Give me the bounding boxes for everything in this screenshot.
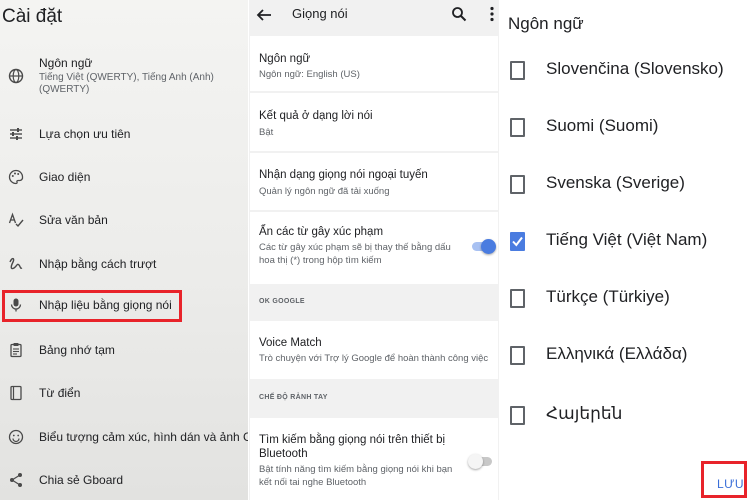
globe-icon [8, 68, 24, 84]
setting-sub: Trò chuyện với Trợ lý Google để hoàn thà… [259, 353, 489, 364]
section-label-ok-google: OK GOOGLE [259, 298, 305, 305]
settings-item-share[interactable]: Chia sẻ Gboard [0, 472, 248, 492]
setting-language[interactable]: Ngôn ngữ Ngôn ngữ: English (US) [250, 36, 498, 91]
language-label: Հայերեն [546, 404, 623, 423]
settings-item-voice-typing[interactable]: Nhập liệu bằng giọng nói [0, 297, 248, 317]
settings-item-label: Nhập liệu bằng giọng nói [39, 298, 172, 312]
language-label: Svenska (Sverige) [546, 173, 685, 192]
language-picker-panel: Ngôn ngữ Slovenčina (Slovensko) Suomi (S… [500, 0, 750, 500]
setting-sub: Quản lý ngôn ngữ đã tải xuống [259, 186, 390, 197]
setting-title: Voice Match [259, 337, 322, 349]
checkbox[interactable] [510, 406, 525, 425]
settings-item-label: Từ điển [39, 386, 81, 400]
gboard-settings-panel: Cài đặt Ngôn ngữ Tiếng Việt (QWERTY), Ti… [0, 0, 248, 500]
page-title: Ngôn ngữ [508, 14, 584, 33]
setting-voice-match[interactable]: Voice Match Trò chuyện với Trợ lý Google… [250, 321, 498, 379]
settings-item-glide-typing[interactable]: Nhập bằng cách trượt [0, 256, 248, 276]
checkbox[interactable] [510, 346, 525, 365]
setting-sub: Bật [259, 127, 274, 138]
checkbox[interactable] [510, 175, 525, 194]
voice-settings-panel: Giọng nói Ngôn ngữ Ngôn ngữ: English (US… [249, 0, 499, 500]
settings-item-label: Biểu tượng cảm xúc, hình dán và ảnh GIF [39, 430, 248, 444]
more-options-icon[interactable] [489, 6, 495, 22]
save-button-label: LƯU [717, 477, 745, 491]
gesture-icon [8, 256, 24, 272]
settings-item-label: Giao diện [39, 170, 91, 184]
offensive-toggle[interactable] [470, 238, 496, 254]
back-arrow-icon[interactable] [255, 6, 273, 24]
setting-title: Tìm kiếm bằng giọng nói trên thiết bị Bl… [259, 434, 446, 460]
page-title: Giọng nói [292, 6, 348, 21]
settings-item-label: Lựa chọn ưu tiên [39, 127, 131, 141]
setting-spoken-results[interactable]: Kết quả ở dạng lời nói Bật [250, 93, 498, 151]
save-button[interactable]: LƯU [701, 461, 747, 498]
language-label: Türkçe (Türkiye) [546, 287, 670, 306]
settings-item-label: Bảng nhớ tạm [39, 343, 115, 357]
search-icon[interactable] [451, 6, 467, 22]
checkbox[interactable] [510, 118, 525, 137]
dictionary-icon [8, 385, 24, 401]
language-label: Slovenčina (Slovensko) [546, 59, 724, 78]
language-option[interactable]: Svenska (Sverige) [500, 165, 750, 205]
language-label: Ελληνικά (Ελλάδα) [546, 344, 688, 363]
settings-item-text-correction[interactable]: Sửa văn bản [0, 212, 248, 232]
sliders-icon [8, 126, 24, 142]
checkbox[interactable] [510, 61, 525, 80]
setting-sub: Ngôn ngữ: English (US) [259, 69, 360, 80]
language-option[interactable]: Slovenčina (Slovensko) [500, 51, 750, 91]
language-option[interactable]: Türkçe (Türkiye) [500, 279, 750, 319]
bluetooth-toggle[interactable] [468, 453, 494, 469]
settings-item-preferences[interactable]: Lựa chọn ưu tiên [0, 126, 248, 146]
setting-title: Nhận dạng giọng nói ngoại tuyến [259, 169, 428, 181]
language-label: Tiếng Việt (Việt Nam) [546, 230, 708, 249]
language-option[interactable]: Ελληνικά (Ελλάδα) [500, 336, 750, 376]
settings-item-label: Ngôn ngữ [39, 56, 93, 70]
microphone-icon [8, 297, 24, 313]
text-correction-icon [8, 212, 24, 228]
settings-item-label: Nhập bằng cách trượt [39, 257, 157, 271]
palette-icon [8, 169, 24, 185]
settings-item-sub: Tiếng Việt (QWERTY), Tiếng Anh (Anh) (QW… [39, 72, 214, 95]
setting-title: Ngôn ngữ [259, 53, 311, 65]
share-icon [8, 472, 24, 488]
language-option[interactable]: Suomi (Suomi) [500, 108, 750, 148]
setting-title: Kết quả ở dạng lời nói [259, 110, 373, 122]
setting-offline-recognition[interactable]: Nhận dạng giọng nói ngoại tuyến Quản lý … [250, 153, 498, 210]
setting-title: Ẩn các từ gây xúc phạm [259, 226, 384, 238]
checkbox-checked[interactable] [510, 232, 525, 251]
page-title: Cài đặt [2, 6, 63, 27]
checkmark-icon [512, 236, 523, 247]
settings-item-language[interactable]: Ngôn ngữ Tiếng Việt (QWERTY), Tiếng Anh … [0, 56, 248, 100]
setting-bluetooth-voice[interactable]: Tìm kiếm bằng giọng nói trên thiết bị Bl… [250, 418, 498, 500]
settings-item-dictionary[interactable]: Từ điển [0, 385, 248, 405]
language-label: Suomi (Suomi) [546, 116, 659, 135]
checkbox[interactable] [510, 289, 525, 308]
settings-item-clipboard[interactable]: Bảng nhớ tạm [0, 342, 248, 362]
language-option[interactable]: Tiếng Việt (Việt Nam) [500, 222, 750, 262]
section-label-hands-free: CHẾ ĐỘ RẢNH TAY [259, 394, 328, 401]
settings-item-label: Sửa văn bản [39, 213, 108, 227]
setting-sub: Bật tính năng tìm kiếm bằng giọng nói kh… [259, 464, 453, 488]
app-bar: Giọng nói [249, 0, 499, 34]
clipboard-icon [8, 342, 24, 358]
setting-sub: Các từ gây xúc phạm sẽ bị thay thế bằng … [259, 242, 451, 266]
setting-block-offensive[interactable]: Ẩn các từ gây xúc phạm Các từ gây xúc ph… [250, 212, 498, 284]
settings-item-emoji[interactable]: Biểu tượng cảm xúc, hình dán và ảnh GIF [0, 429, 248, 449]
language-option[interactable]: Հայերեն [500, 396, 750, 436]
settings-item-theme[interactable]: Giao diện [0, 169, 248, 189]
emoji-icon [8, 429, 24, 445]
settings-item-label: Chia sẻ Gboard [39, 473, 124, 487]
